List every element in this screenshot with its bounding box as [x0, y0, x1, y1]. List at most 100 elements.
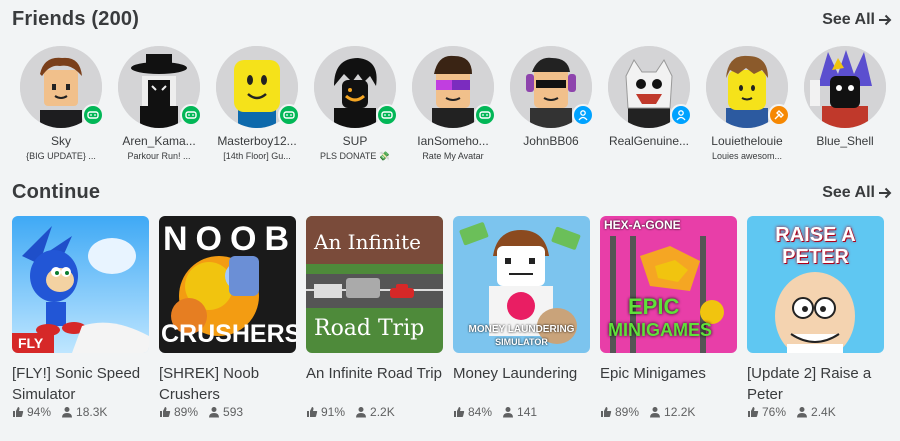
- in-game-icon: [376, 104, 398, 126]
- thumbs-up-icon: [160, 407, 171, 417]
- friend-status: Rate My Avatar: [422, 151, 484, 161]
- friends-title: Friends (200): [12, 8, 140, 30]
- friend-name: SUP: [342, 134, 368, 148]
- thumb-title-bottom: MINIGAMES: [608, 320, 713, 340]
- game-thumbnail[interactable]: An Infinite Road Trip: [306, 216, 443, 353]
- game-title: [SHREK] Noob Crushers: [159, 365, 260, 403]
- game-card[interactable]: FLY [FLY!] Sonic Speed Simulator 94% 18.…: [12, 216, 149, 419]
- game-rating: 89%: [174, 405, 199, 419]
- in-game-icon: [180, 104, 202, 126]
- game-stats: 91% 2.2K: [306, 405, 443, 419]
- online-icon: [670, 104, 692, 126]
- thumb-title-top: An Infinite: [314, 230, 421, 254]
- friend-tile[interactable]: Blue_Shell: [796, 46, 894, 163]
- game-title: [Update 2] Raise a Peter: [747, 365, 872, 403]
- studio-icon: [768, 104, 790, 126]
- game-title: [FLY!] Sonic Speed Simulator: [12, 365, 141, 403]
- game-stats: 84% 141: [453, 405, 590, 419]
- friend-name: Louiethelouie: [711, 134, 783, 148]
- players-icon: [62, 407, 73, 418]
- players-icon: [356, 407, 367, 418]
- friends-see-all-link[interactable]: See All: [822, 11, 892, 29]
- game-players: 141: [517, 405, 538, 419]
- friend-tile[interactable]: RealGenuine...: [600, 46, 698, 163]
- friend-status: Parkour Run! ...: [127, 151, 191, 161]
- arrow-right-icon: [879, 187, 892, 198]
- friend-name: Blue_Shell: [816, 134, 874, 148]
- friend-name: Aren_Kama...: [122, 134, 196, 148]
- continue-title: Continue: [12, 181, 101, 203]
- game-rating: 76%: [762, 405, 787, 419]
- game-thumbnail[interactable]: HEX-A-GONE EPIC MINIGAMES: [600, 216, 737, 353]
- online-icon: [572, 104, 594, 126]
- friend-status: Louies awesom...: [711, 151, 783, 161]
- players-icon: [650, 407, 661, 418]
- game-thumbnail[interactable]: MONEY LAUNDERING SIMULATOR: [453, 216, 590, 353]
- continue-games-list: FLY [FLY!] Sonic Speed Simulator 94% 18.…: [12, 216, 884, 419]
- game-stats: 89% 593: [159, 405, 296, 419]
- game-thumbnail[interactable]: NOOB CRUSHERS: [159, 216, 296, 353]
- game-players: 2.4K: [811, 405, 836, 419]
- game-card[interactable]: RAISE A PETER [Update 2] Raise a Peter 7…: [747, 216, 884, 419]
- thumb-title-top: NOOB: [163, 220, 296, 258]
- game-rating: 89%: [615, 405, 640, 419]
- thumb-title-top: RAISE A: [775, 224, 856, 246]
- friend-status: {BIG UPDATE} ...: [26, 151, 96, 161]
- friends-list: Sky {BIG UPDATE} ... Aren_Kama... Parkou…: [12, 46, 894, 163]
- see-all-label: See All: [822, 10, 875, 28]
- game-players: 12.2K: [664, 405, 696, 419]
- game-card[interactable]: HEX-A-GONE EPIC MINIGAMES Epic Minigames…: [600, 216, 737, 419]
- players-icon: [797, 407, 808, 418]
- continue-header: Continue See All: [12, 181, 892, 204]
- game-stats: 94% 18.3K: [12, 405, 149, 419]
- game-card[interactable]: MONEY LAUNDERING SIMULATOR Money Launder…: [453, 216, 590, 419]
- friend-tile[interactable]: Masterboy12... [14th Floor] Gu...: [208, 46, 306, 163]
- players-icon: [503, 407, 514, 418]
- thumb-title-top: HEX-A-GONE: [604, 218, 681, 232]
- thumb-caption-sub: SIMULATOR: [495, 337, 548, 347]
- friend-name: Masterboy12...: [217, 134, 297, 148]
- thumbs-up-icon: [454, 407, 465, 417]
- friend-tile[interactable]: Sky {BIG UPDATE} ...: [12, 46, 110, 163]
- in-game-icon: [474, 104, 496, 126]
- thumb-title-bottom: PETER: [782, 246, 849, 268]
- game-rating: 94%: [27, 405, 52, 419]
- game-card[interactable]: NOOB CRUSHERS [SHREK] Noob Crushers 89% …: [159, 216, 296, 419]
- friend-name: IanSomeho...: [417, 134, 489, 148]
- game-players: 18.3K: [76, 405, 108, 419]
- friend-tile[interactable]: Louiethelouie Louies awesom...: [698, 46, 796, 163]
- thumbs-up-icon: [13, 407, 24, 417]
- thumbs-up-icon: [748, 407, 759, 417]
- game-stats: 76% 2.4K: [747, 405, 884, 419]
- game-rating: 91%: [321, 405, 346, 419]
- game-card[interactable]: An Infinite Road Trip An Infinite Road T…: [306, 216, 443, 419]
- arrow-right-icon: [879, 14, 892, 25]
- game-title: Money Laundering: [453, 365, 578, 382]
- friend-name: JohnBB06: [523, 134, 579, 148]
- game-title: An Infinite Road Trip: [306, 365, 442, 382]
- friend-tile[interactable]: Aren_Kama... Parkour Run! ...: [110, 46, 208, 163]
- friend-tile[interactable]: IanSomeho... Rate My Avatar: [404, 46, 502, 163]
- thumb-title-mid: EPIC: [628, 294, 680, 319]
- friend-status: [14th Floor] Gu...: [223, 151, 291, 161]
- friend-tile[interactable]: SUP PLS DONATE 💸: [306, 46, 404, 163]
- game-stats: 89% 12.2K: [600, 405, 737, 419]
- game-players: 2.2K: [370, 405, 395, 419]
- game-title: Epic Minigames: [600, 365, 706, 382]
- thumbs-up-icon: [307, 407, 318, 417]
- friend-status: PLS DONATE 💸: [319, 151, 391, 161]
- players-icon: [209, 407, 220, 418]
- game-badge-label: FLY: [18, 335, 44, 351]
- in-game-icon: [82, 104, 104, 126]
- game-thumbnail[interactable]: RAISE A PETER: [747, 216, 884, 353]
- friend-tile[interactable]: JohnBB06: [502, 46, 600, 163]
- thumb-title-bottom: Road Trip: [314, 316, 425, 341]
- game-thumbnail[interactable]: FLY: [12, 216, 149, 353]
- thumb-caption: MONEY LAUNDERING: [468, 324, 575, 335]
- continue-see-all-link[interactable]: See All: [822, 184, 892, 202]
- game-rating: 84%: [468, 405, 493, 419]
- avatar: [804, 46, 886, 128]
- game-players: 593: [223, 405, 244, 419]
- friends-header: Friends (200) See All: [12, 8, 892, 31]
- see-all-label: See All: [822, 183, 875, 201]
